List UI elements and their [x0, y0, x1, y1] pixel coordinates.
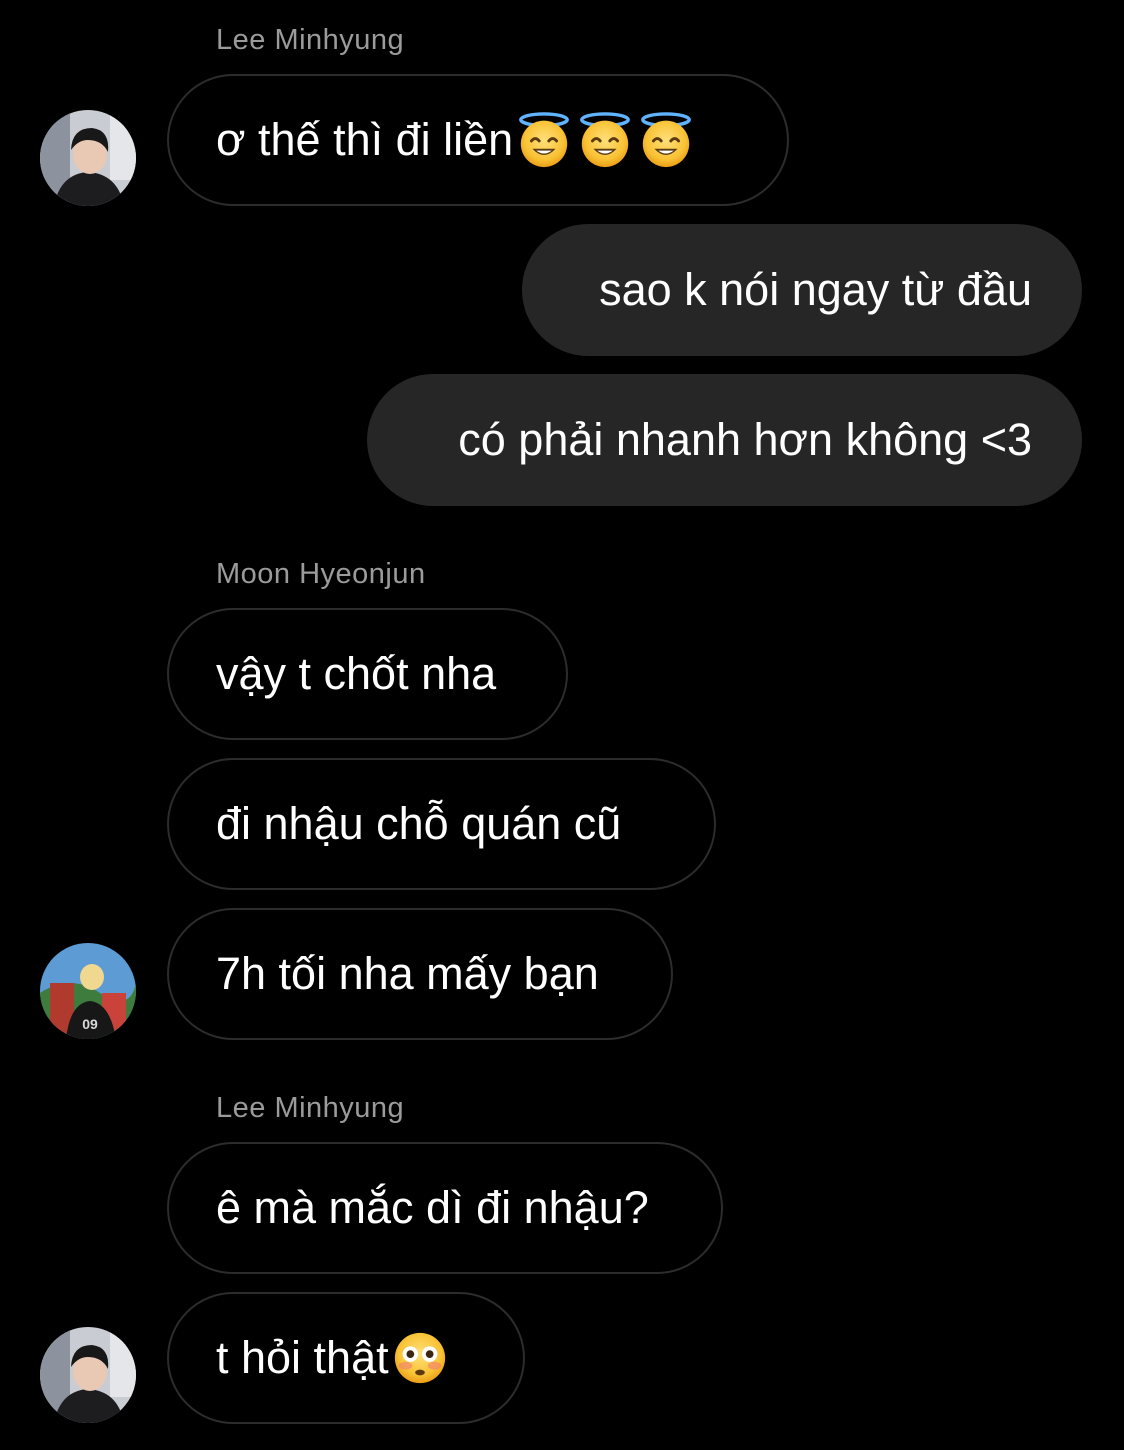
message-text: ơ thế thì đi liền — [216, 114, 514, 165]
message-bubble[interactable]: có phải nhanh hơn không <3 — [367, 374, 1082, 506]
avatar[interactable] — [40, 943, 136, 1039]
message-bubble[interactable]: 7h tối nha mấy bạn — [167, 908, 673, 1040]
avatar[interactable] — [40, 110, 136, 206]
message-bubble[interactable]: t hỏi thật — [167, 1292, 525, 1424]
message-bubble[interactable]: ê mà mắc dì đi nhậu? — [167, 1142, 723, 1274]
sender-name: Moon Hyeonjun — [216, 558, 426, 590]
message-bubble[interactable]: ơ thế thì đi liền — [167, 74, 789, 206]
message-text: vậy t chốt nha — [216, 648, 497, 699]
sender-name: Lee Minhyung — [216, 1092, 405, 1124]
avatar-photo-icon — [40, 110, 136, 206]
message-bubble[interactable]: vậy t chốt nha — [167, 608, 568, 740]
message-text: đi nhậu chỗ quán cũ — [216, 798, 622, 849]
avatar-photo-icon — [40, 1327, 136, 1423]
flushed-face-icon — [391, 1329, 449, 1387]
smiling-face-with-halo-icon — [515, 111, 573, 169]
message-text: sao k nói ngay từ đầu — [599, 264, 1032, 315]
message-bubble[interactable]: đi nhậu chỗ quán cũ — [167, 758, 716, 890]
avatar[interactable] — [40, 1327, 136, 1423]
message-text: ê mà mắc dì đi nhậu? — [216, 1182, 649, 1233]
sender-name: Lee Minhyung — [216, 24, 405, 56]
message-text: t hỏi thật — [216, 1332, 389, 1383]
avatar-photo-icon — [40, 943, 136, 1039]
smiling-face-with-halo-icon — [576, 111, 634, 169]
emoji-group — [515, 111, 695, 169]
message-bubble[interactable]: sao k nói ngay từ đầu — [522, 224, 1082, 356]
smiling-face-with-halo-icon — [637, 111, 695, 169]
message-text: 7h tối nha mấy bạn — [216, 948, 599, 999]
message-text: có phải nhanh hơn không <3 — [458, 414, 1032, 465]
